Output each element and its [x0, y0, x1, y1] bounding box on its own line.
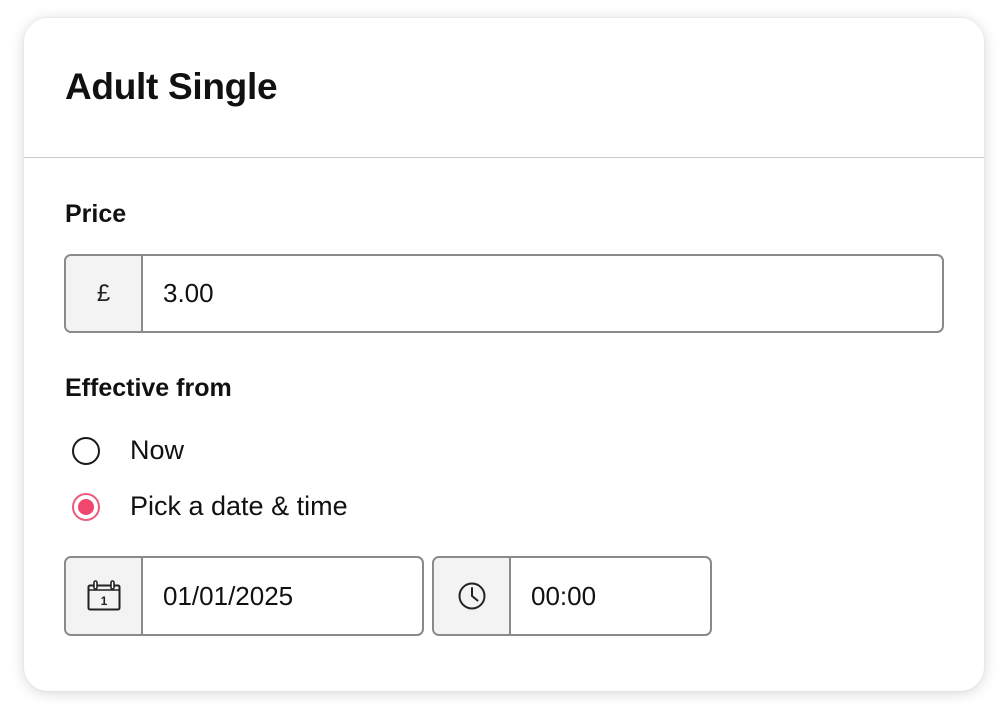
price-label: Price [65, 200, 127, 228]
radio-option-now[interactable]: Now [72, 435, 184, 466]
clock-icon [457, 581, 487, 611]
radio-option-pick-date-time[interactable]: Pick a date & time [72, 491, 348, 522]
price-input-group: £ 3.00 [64, 254, 944, 333]
effective-from-label: Effective from [65, 374, 232, 402]
calendar-icon-day: 1 [100, 594, 107, 608]
date-addon[interactable]: 1 [66, 558, 143, 634]
price-field[interactable]: 3.00 [143, 256, 942, 331]
radio-button-pick-date-time[interactable] [72, 492, 100, 521]
radio-label-now: Now [130, 435, 185, 465]
calendar-icon: 1 [86, 580, 122, 612]
card-header: Adult Single [24, 18, 984, 158]
date-field[interactable]: 01/01/2025 [143, 558, 422, 634]
time-field[interactable]: 00:00 [511, 558, 710, 634]
radio-label-pick-date-time: Pick a date & time [130, 491, 348, 521]
fare-card: Adult Single Price £ 3.00 Effective from… [24, 18, 984, 691]
card-title: Adult Single [65, 66, 278, 107]
time-input-group: 00:00 [432, 556, 712, 636]
currency-addon: £ [66, 256, 143, 331]
time-addon[interactable] [434, 558, 511, 634]
radio-button-now[interactable] [72, 436, 100, 465]
date-input-group: 1 01/01/2025 [64, 556, 424, 636]
